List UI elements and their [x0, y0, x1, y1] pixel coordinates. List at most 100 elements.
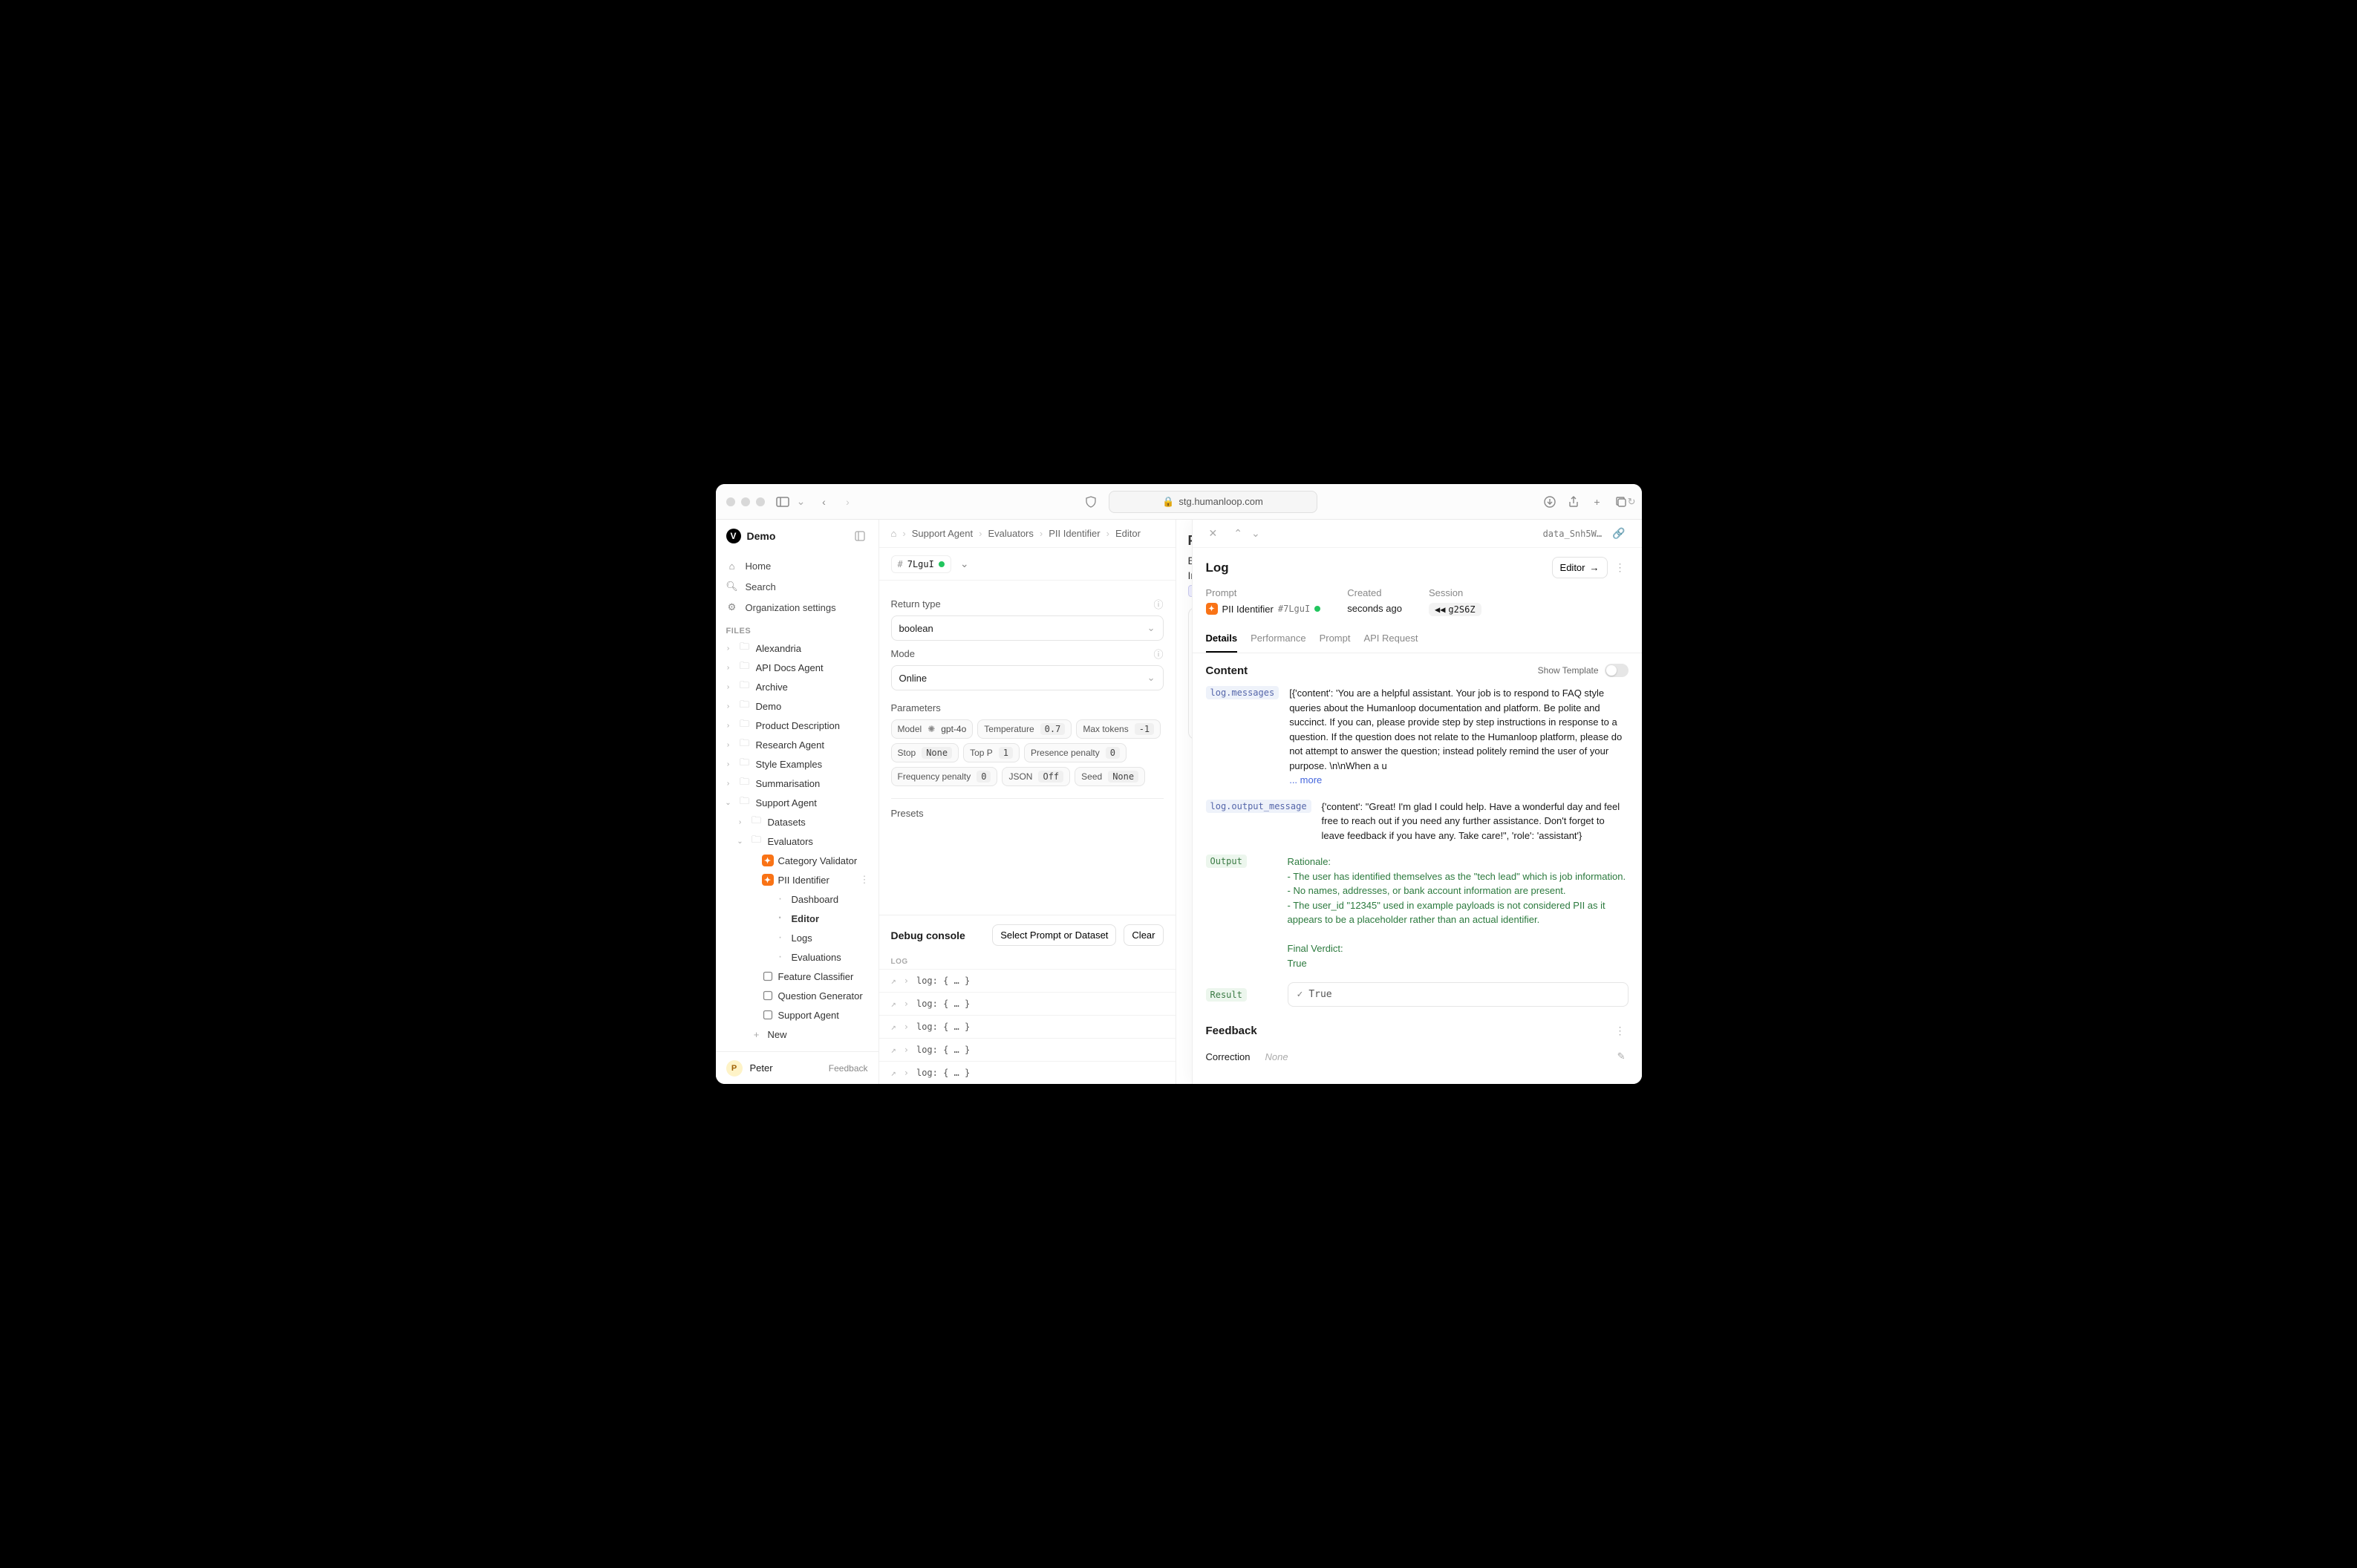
safari-toolbar: ⌄ ‹ › 🔒 stg.humanloop.com ↻ +: [716, 484, 1642, 520]
url-bar[interactable]: 🔒 stg.humanloop.com ↻: [1109, 491, 1317, 513]
session-meta-label: Session: [1429, 587, 1481, 598]
param-chip[interactable]: Presence penalty0: [1024, 743, 1127, 762]
tree-item[interactable]: ·Evaluations: [716, 947, 878, 967]
param-chip[interactable]: Frequency penalty0: [891, 767, 998, 786]
output-message-value: {'content': "Great! I'm glad I could hel…: [1322, 800, 1629, 843]
close-icon[interactable]: ✕: [1206, 524, 1221, 543]
created-value: seconds ago: [1347, 603, 1402, 614]
user-avatar[interactable]: P: [726, 1060, 743, 1077]
expand-more-link[interactable]: ... more: [1289, 774, 1322, 785]
show-template-toggle[interactable]: [1605, 664, 1629, 677]
debug-log-row[interactable]: ↗›log: { … }: [879, 1015, 1176, 1038]
tree-item[interactable]: Support Agent: [716, 1005, 878, 1025]
tree-item[interactable]: +New: [716, 1025, 878, 1044]
add-tab-icon[interactable]: +: [1587, 491, 1608, 512]
info-icon[interactable]: ⓘ: [1153, 597, 1163, 611]
nav-org-settings[interactable]: ⚙︎Organization settings: [716, 597, 878, 618]
chevron-down-icon[interactable]: ⌄: [796, 491, 806, 512]
log-tab[interactable]: Prompt: [1320, 627, 1351, 653]
content-heading: Content: [1206, 664, 1248, 677]
param-chip[interactable]: Top P1: [963, 743, 1020, 762]
more-icon[interactable]: ⋮: [857, 874, 873, 886]
correction-value: None: [1265, 1051, 1599, 1062]
home-icon: ⌂: [726, 561, 738, 572]
org-name[interactable]: Demo: [747, 530, 846, 542]
tree-item[interactable]: ✦Category Validator: [716, 851, 878, 870]
debug-log-row[interactable]: ↗›log: { … }: [879, 1038, 1176, 1061]
version-dropdown-icon[interactable]: ⌄: [957, 555, 972, 573]
session-pill[interactable]: ◀◀g2S6Z: [1429, 603, 1481, 616]
file-tree: ›🗀Alexandria›🗀API Docs Agent›🗀Archive›🗀D…: [716, 638, 878, 1051]
tree-item[interactable]: ›🗀Research Agent: [716, 735, 878, 754]
tree-item-label: Support Agent: [756, 797, 873, 808]
tree-item[interactable]: ›🗀Style Examples: [716, 754, 878, 774]
crumb-2[interactable]: Evaluators: [988, 528, 1033, 539]
edit-icon[interactable]: ✎: [1614, 1048, 1629, 1065]
download-icon[interactable]: [1539, 491, 1560, 512]
crumb-1[interactable]: Support Agent: [912, 528, 973, 539]
tree-item[interactable]: ›🗀Demo: [716, 696, 878, 716]
feedback-link[interactable]: Feedback: [829, 1063, 868, 1074]
prompt-name[interactable]: PII Identifier: [1222, 604, 1274, 615]
more-icon[interactable]: ⋮: [1612, 1022, 1629, 1040]
info-icon[interactable]: ⓘ: [1153, 647, 1163, 661]
forward-button[interactable]: ›: [838, 491, 858, 512]
tree-item[interactable]: ⌄🗀Evaluators: [716, 832, 878, 851]
tree-item[interactable]: ·Logs: [716, 928, 878, 947]
tree-item[interactable]: ›🗀Archive: [716, 677, 878, 696]
collapse-sidebar-icon[interactable]: [852, 528, 868, 544]
select-prompt-button[interactable]: Select Prompt or Dataset: [992, 924, 1116, 946]
tree-item[interactable]: ✦PII Identifier⋮: [716, 870, 878, 889]
next-log-icon[interactable]: ⌄: [1248, 524, 1263, 543]
tree-item[interactable]: ·Dashboard: [716, 889, 878, 909]
param-key: JSON: [1008, 771, 1032, 782]
parameter-chips: Model✺gpt-4oTemperature0.7Max tokens-1 St…: [891, 719, 1164, 786]
copy-link-icon[interactable]: 🔗: [1609, 524, 1628, 543]
debug-log-row[interactable]: ↗›log: { … }: [879, 1061, 1176, 1084]
tree-item[interactable]: ›🗀API Docs Agent: [716, 658, 878, 677]
nav-home[interactable]: ⌂Home: [716, 555, 878, 576]
tree-item[interactable]: ⌄🗀Support Agent: [716, 793, 878, 812]
return-type-select[interactable]: boolean⌄: [891, 615, 1164, 641]
tree-item[interactable]: ·Editor: [716, 909, 878, 928]
mode-select[interactable]: Online⌄: [891, 665, 1164, 690]
log-tab[interactable]: Performance: [1251, 627, 1305, 653]
breadcrumb-home-icon[interactable]: ⌂: [891, 528, 897, 539]
param-value: gpt-4o: [941, 724, 966, 734]
prev-log-icon[interactable]: ⌃: [1230, 524, 1245, 543]
window-controls[interactable]: [726, 497, 765, 506]
tree-item[interactable]: ›🗀Datasets: [716, 812, 878, 832]
share-icon[interactable]: [1563, 491, 1584, 512]
sidebar-toggle-icon[interactable]: [772, 491, 793, 512]
tree-item[interactable]: Question Generator: [716, 986, 878, 1005]
clear-button[interactable]: Clear: [1124, 924, 1163, 946]
more-icon[interactable]: ⋮: [1612, 558, 1629, 577]
tree-item[interactable]: Feature Classifier: [716, 967, 878, 986]
crumb-3[interactable]: PII Identifier: [1049, 528, 1100, 539]
dot-icon: ·: [774, 893, 787, 905]
log-tab[interactable]: Details: [1206, 627, 1238, 653]
messages-value: [{'content': 'You are a helpful assistan…: [1289, 686, 1628, 788]
tree-item[interactable]: ›🗀Product Description: [716, 716, 878, 735]
log-tab[interactable]: API Request: [1363, 627, 1418, 653]
param-chip[interactable]: StopNone: [891, 743, 959, 762]
nav-search[interactable]: 🔍︎Search: [716, 576, 878, 597]
debug-log-row[interactable]: ↗›log: { … }: [879, 969, 1176, 992]
param-chip[interactable]: JSONOff: [1002, 767, 1070, 786]
param-chip[interactable]: Max tokens-1: [1076, 719, 1161, 739]
shield-icon[interactable]: [1080, 491, 1101, 512]
param-chip[interactable]: SeedNone: [1075, 767, 1145, 786]
log-row-text: log: { … }: [916, 976, 970, 986]
tree-item[interactable]: ›🗀Alexandria: [716, 638, 878, 658]
param-chip[interactable]: Model✺gpt-4o: [891, 719, 974, 739]
reload-icon[interactable]: ↻: [1628, 496, 1636, 508]
param-chip[interactable]: Temperature0.7: [977, 719, 1072, 739]
tree-item[interactable]: ›🗀Summarisation: [716, 774, 878, 793]
tree-item-label: Archive: [756, 682, 873, 693]
crumb-4[interactable]: Editor: [1115, 528, 1141, 539]
back-button[interactable]: ‹: [814, 491, 835, 512]
version-selector[interactable]: #7LguI: [891, 555, 951, 573]
presets-label[interactable]: Presets: [891, 798, 1164, 819]
open-in-editor-button[interactable]: Editor→: [1552, 557, 1608, 578]
debug-log-row[interactable]: ↗›log: { … }: [879, 992, 1176, 1015]
